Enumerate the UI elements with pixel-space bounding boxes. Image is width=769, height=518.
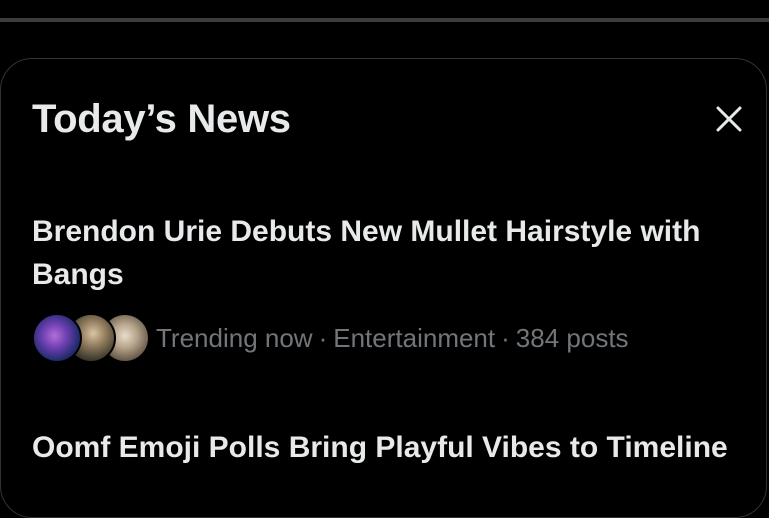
- news-meta: Trending now · Entertainment · 384 posts: [32, 312, 749, 364]
- panel-title: Today’s News: [32, 96, 291, 141]
- top-divider: [0, 18, 769, 22]
- close-button[interactable]: [709, 99, 749, 139]
- avatar-stack: [32, 312, 150, 364]
- news-item[interactable]: Brendon Urie Debuts New Mullet Hairstyle…: [32, 210, 749, 364]
- meta-separator: ·: [501, 322, 510, 353]
- news-item[interactable]: Oomf Emoji Polls Bring Playful Vibes to …: [32, 426, 749, 469]
- trend-category: Entertainment: [333, 322, 496, 353]
- news-headline[interactable]: Brendon Urie Debuts New Mullet Hairstyle…: [32, 210, 749, 296]
- news-panel-header: Today’s News: [32, 94, 742, 144]
- avatar: [32, 313, 82, 363]
- meta-separator: ·: [318, 322, 328, 353]
- news-headline[interactable]: Oomf Emoji Polls Bring Playful Vibes to …: [32, 426, 749, 469]
- trend-status: Trending now: [156, 322, 313, 353]
- post-count: 384 posts: [515, 322, 629, 353]
- news-meta-text: Trending now · Entertainment · 384 posts: [156, 323, 629, 354]
- close-icon: [716, 106, 742, 132]
